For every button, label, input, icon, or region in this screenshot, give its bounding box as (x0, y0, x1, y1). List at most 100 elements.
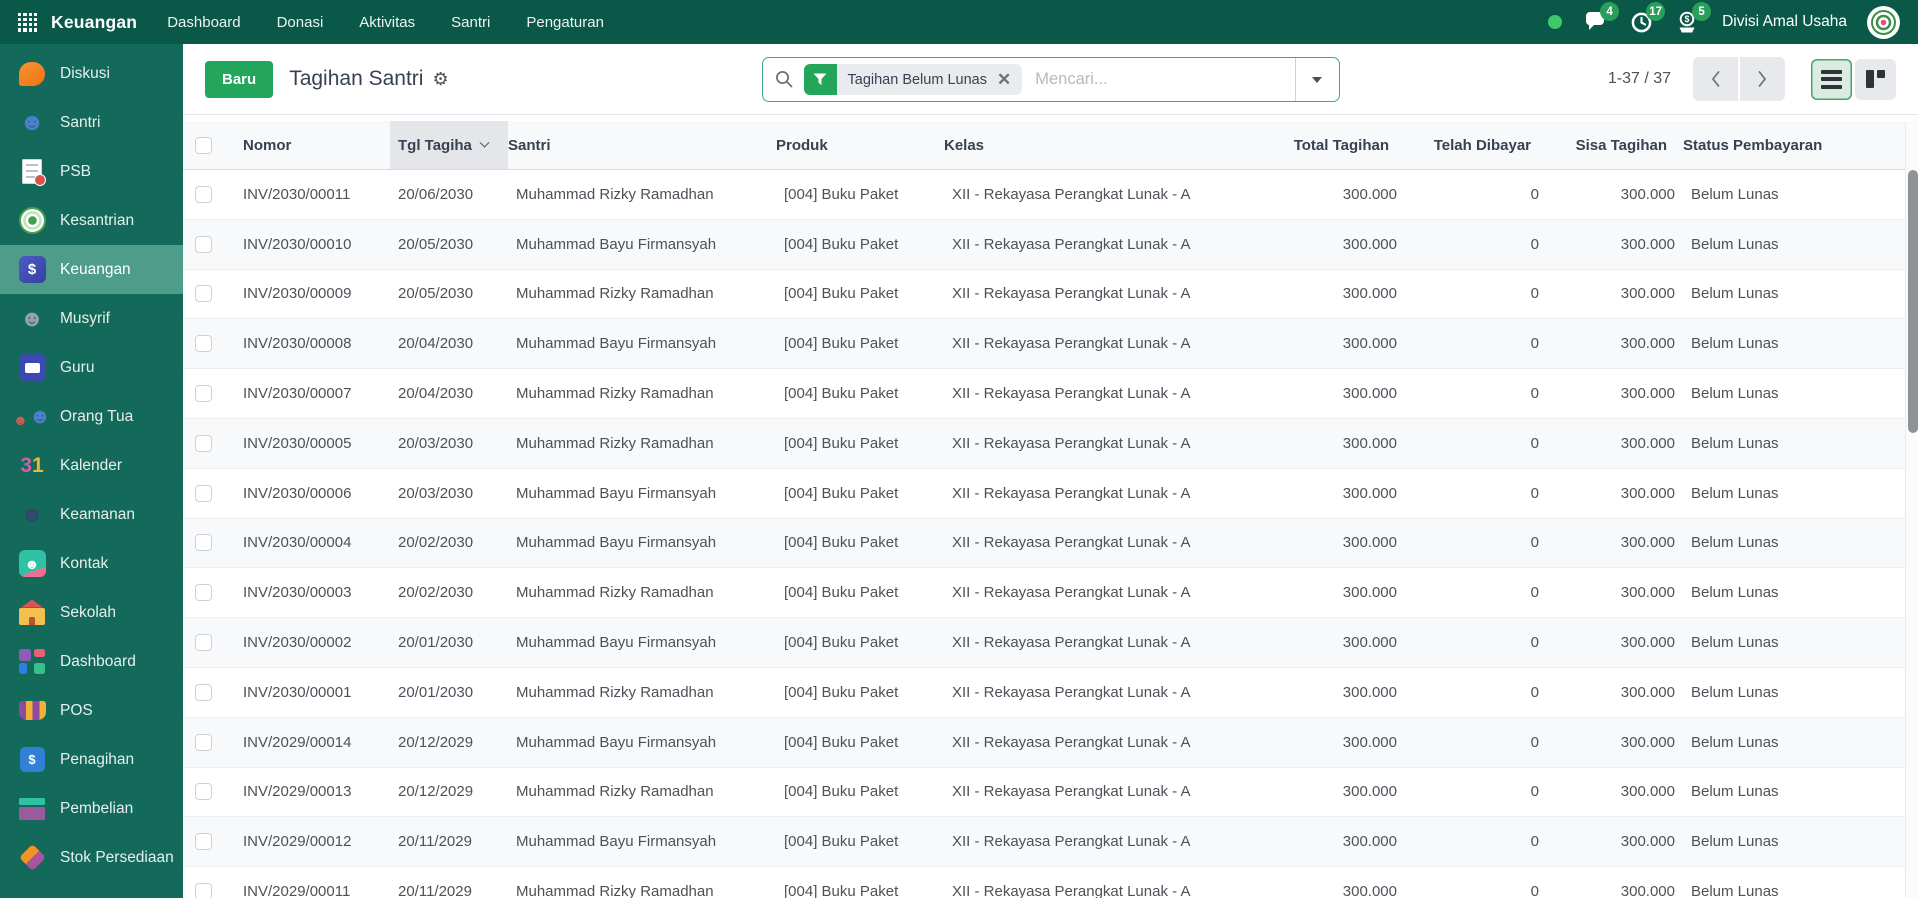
cell-sisa: 300.000 (1620, 683, 1675, 701)
row-checkbox[interactable] (195, 584, 212, 602)
col-header-kelas[interactable]: Kelas (944, 121, 1249, 169)
gear-icon[interactable]: ⚙ (432, 70, 448, 88)
current-app-label[interactable]: Keuangan (51, 12, 137, 33)
row-checkbox[interactable] (195, 185, 212, 203)
table-row[interactable]: INV/2029/00014 20/12/2029 Muhammad Bayu … (183, 717, 1918, 768)
col-header-produk[interactable]: Produk (776, 121, 944, 169)
cell-dibayar: 0 (1530, 434, 1539, 452)
row-checkbox[interactable] (195, 285, 212, 303)
orang-tua-icon: ☻ ☻ (13, 405, 51, 428)
cell-status: Belum Lunas (1691, 584, 1779, 602)
navbar-right: 4 17 $ 5 Divisi Amal Usaha (1548, 2, 1900, 39)
row-checkbox[interactable] (195, 733, 212, 751)
cell-sisa: 300.000 (1620, 733, 1675, 751)
row-checkbox[interactable] (195, 335, 212, 353)
row-checkbox[interactable] (195, 534, 212, 552)
sidebar-item-dashboard[interactable]: Dashboard (0, 637, 183, 686)
sidebar-item-pos[interactable]: POS (0, 686, 183, 735)
row-checkbox[interactable] (195, 634, 212, 652)
sidebar-item-penagihan[interactable]: $ Penagihan (0, 735, 183, 784)
company-switcher[interactable]: Divisi Amal Usaha (1722, 13, 1847, 31)
row-checkbox[interactable] (195, 683, 212, 701)
sidebar-item-keamanan[interactable]: ☻ Keamanan (0, 490, 183, 539)
table-row[interactable]: INV/2030/00009 20/05/2030 Muhammad Rizky… (183, 270, 1918, 320)
col-header-sisa-tagihan[interactable]: Sisa Tagihan (1531, 121, 1667, 169)
sidebar-item-sekolah[interactable]: Sekolah (0, 588, 183, 637)
sidebar-item-stok-persediaan[interactable]: Stok Persediaan (0, 833, 183, 882)
cash-collection-button[interactable]: $ 5 (1674, 2, 1712, 35)
cell-total: 300.000 (1342, 683, 1397, 701)
table-row[interactable]: INV/2029/00013 20/12/2029 Muhammad Rizky… (183, 768, 1918, 818)
row-checkbox[interactable] (195, 883, 212, 898)
col-header-santri[interactable]: Santri (508, 121, 776, 169)
cell-santri: Muhammad Rizky Ramadhan (516, 584, 714, 602)
cell-kelas: XII - Rekayasa Perangkat Lunak - A (952, 335, 1191, 353)
table-row[interactable]: INV/2030/00011 20/06/2030 Muhammad Rizky… (183, 170, 1918, 220)
row-checkbox[interactable] (195, 385, 212, 403)
navbar-menu-item-aktivitas[interactable]: Aktivitas (359, 14, 415, 31)
list-view-button[interactable] (1811, 58, 1852, 100)
sidebar-item-diskusi[interactable]: Diskusi (0, 49, 183, 98)
messages-button[interactable]: 4 (1582, 2, 1620, 35)
sidebar-item-santri[interactable]: ☻ Santri (0, 98, 183, 147)
search-input[interactable] (1035, 70, 1295, 89)
apps-grid-icon[interactable] (18, 12, 37, 32)
cell-nomor: INV/2030/00004 (243, 534, 352, 552)
facet-remove-icon[interactable]: ✕ (997, 71, 1011, 88)
activities-button[interactable]: 17 (1628, 2, 1666, 35)
navbar-menu-item-santri[interactable]: Santri (451, 14, 490, 31)
select-all-checkbox[interactable] (195, 136, 212, 154)
table-row[interactable]: INV/2030/00006 20/03/2030 Muhammad Bayu … (183, 469, 1918, 519)
col-header-total-tagihan[interactable]: Total Tagihan (1249, 121, 1389, 169)
table-row[interactable]: INV/2030/00005 20/03/2030 Muhammad Rizky… (183, 418, 1918, 469)
cell-nomor: INV/2029/00011 (243, 883, 351, 898)
sidebar-item-pembelian[interactable]: Pembelian (0, 784, 183, 833)
table-row[interactable]: INV/2030/00003 20/02/2030 Muhammad Rizky… (183, 568, 1918, 619)
table-row[interactable]: INV/2030/00008 20/04/2030 Muhammad Bayu … (183, 319, 1918, 370)
search-dropdown-toggle[interactable] (1294, 58, 1339, 101)
col-header-status-pembayaran[interactable]: Status Pembayaran (1667, 121, 1905, 169)
list-body: INV/2030/00011 20/06/2030 Muhammad Rizky… (183, 170, 1918, 898)
table-row[interactable]: INV/2030/00001 20/01/2030 Muhammad Rizky… (183, 668, 1918, 718)
sidebar-item-musyrif[interactable]: ☻ Musyrif (0, 294, 183, 343)
row-checkbox[interactable] (195, 434, 212, 452)
cell-tgl: 20/02/2030 (398, 534, 474, 552)
sidebar-item-kontak[interactable]: ☻ Kontak (0, 539, 183, 588)
pager-next-button[interactable] (1740, 57, 1785, 101)
sidebar-item-psb[interactable]: PSB (0, 147, 183, 196)
row-checkbox[interactable] (195, 833, 212, 851)
cell-nomor: INV/2029/00013 (243, 783, 352, 801)
table-row[interactable]: INV/2029/00012 20/11/2029 Muhammad Bayu … (183, 817, 1918, 868)
navbar-menu-item-pengaturan[interactable]: Pengaturan (526, 14, 604, 31)
row-checkbox[interactable] (195, 783, 212, 801)
cell-status: Belum Lunas (1691, 783, 1779, 801)
cell-nomor: INV/2029/00014 (243, 733, 352, 751)
sidebar-item-guru[interactable]: Guru (0, 343, 183, 392)
table-row[interactable]: INV/2030/00002 20/01/2030 Muhammad Bayu … (183, 618, 1918, 668)
cell-santri: Muhammad Bayu Firmansyah (516, 534, 717, 552)
sidebar-item-partial[interactable]: K (0, 882, 183, 898)
scrollbar-thumb[interactable] (1907, 170, 1918, 433)
table-row[interactable]: INV/2029/00011 20/11/2029 Muhammad Rizky… (183, 867, 1918, 898)
pager-previous-button[interactable] (1693, 57, 1738, 101)
new-record-button[interactable]: Baru (205, 60, 274, 98)
table-row[interactable]: INV/2030/00007 20/04/2030 Muhammad Rizky… (183, 369, 1918, 419)
user-avatar[interactable] (1867, 5, 1900, 39)
sidebar-item-orang-tua[interactable]: ☻ ☻ Orang Tua (0, 392, 183, 441)
table-row[interactable]: INV/2030/00010 20/05/2030 Muhammad Bayu … (183, 219, 1918, 270)
navbar-menu-item-donasi[interactable]: Donasi (277, 14, 324, 31)
row-checkbox[interactable] (195, 484, 212, 502)
kanban-view-button[interactable] (1855, 58, 1896, 100)
col-header-nomor[interactable]: Nomor (243, 121, 398, 169)
sidebar-item-kesantrian[interactable]: Kesantrian (0, 196, 183, 245)
cell-tgl: 20/12/2029 (398, 733, 474, 751)
navbar-menu-item-dashboard[interactable]: Dashboard (167, 14, 240, 31)
col-header-telah-dibayar[interactable]: Telah Dibayar (1389, 121, 1531, 169)
sidebar-item-kalender[interactable]: 31 Kalender (0, 441, 183, 490)
sidebar-item-keuangan[interactable]: $ Keuangan (0, 245, 183, 294)
row-checkbox[interactable] (195, 235, 212, 253)
cell-status: Belum Lunas (1691, 534, 1779, 552)
table-row[interactable]: INV/2030/00004 20/02/2030 Muhammad Bayu … (183, 518, 1918, 569)
cell-total: 300.000 (1342, 335, 1397, 353)
col-header-tgl-tagihan[interactable]: Tgl Tagiha (390, 121, 508, 169)
